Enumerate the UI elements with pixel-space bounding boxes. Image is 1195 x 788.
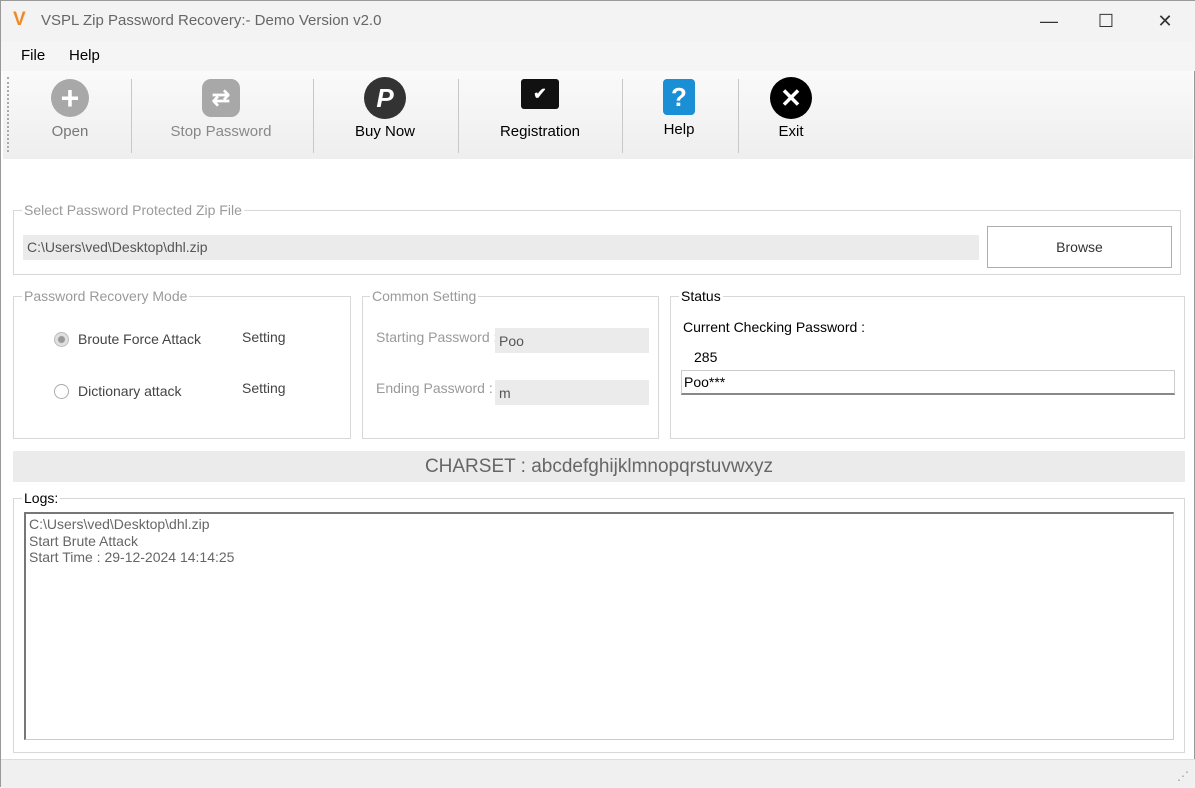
plus-icon: + [51,79,89,117]
paypal-icon: P [364,77,406,119]
brute-setting-link[interactable]: Setting [242,329,286,345]
app-logo-icon: V [13,9,26,30]
buy-now-button[interactable]: P Buy Now [341,77,429,140]
menu-file[interactable]: File [21,47,45,64]
recovery-mode-group [13,296,351,439]
toolbar-separator [313,79,314,153]
dictionary-setting-link[interactable]: Setting [242,380,286,396]
stop-label: Stop Password [170,123,272,140]
menu-help[interactable]: Help [69,47,100,64]
ending-password-input[interactable]: m [495,380,649,405]
exit-label: Exit [778,123,804,140]
menu-bar [1,41,1195,71]
checked-count: 285 [694,349,718,365]
dictionary-radio[interactable] [54,384,69,399]
dictionary-label[interactable]: Dictionary attack [78,383,181,399]
registration-label: Registration [499,123,581,140]
logs-legend: Logs: [22,490,61,506]
monitor-check-icon: ✔ [521,79,559,109]
exit-button[interactable]: ✕ Exit [765,77,817,140]
log-line: Start Time : 29-12-2024 14:14:25 [29,549,235,565]
recovery-mode-legend: Password Recovery Mode [22,288,190,304]
maximize-button[interactable]: ☐ [1083,7,1129,35]
current-password-label: Current Checking Password : [683,319,866,335]
file-group-legend: Select Password Protected Zip File [22,202,244,218]
status-group [670,296,1185,439]
ending-password-label: Ending Password : [376,380,493,396]
brute-force-label[interactable]: Broute Force Attack [78,331,201,347]
charset-bar: CHARSET : abcdefghijklmnopqrstuvwxyz [13,451,1185,482]
toolbar-separator [738,79,739,153]
help-button[interactable]: ? Help [651,77,707,138]
browse-button[interactable]: Browse [987,226,1172,268]
log-line: Start Brute Attack [29,532,138,549]
resize-grip-icon[interactable]: ⋰ [1177,769,1189,783]
help-question-icon: ? [663,79,695,115]
open-button[interactable]: + Open [31,77,109,140]
toolbar-separator [458,79,459,153]
swap-arrows-icon: ⇄ [202,79,240,117]
toolbar-separator [622,79,623,153]
buy-label: Buy Now [354,123,416,140]
window-title: VSPL Zip Password Recovery:- Demo Versio… [41,12,382,29]
starting-password-input[interactable]: Poo [495,328,649,353]
registration-button[interactable]: ✔ Registration [491,77,589,140]
stop-password-button[interactable]: ⇄ Stop Password [161,77,281,140]
help-label: Help [663,121,695,138]
toolbar-separator [131,79,132,153]
common-setting-group [362,296,659,439]
status-legend: Status [679,288,723,304]
log-line: C:\Users\ved\Desktop\dhl.zip [29,516,210,532]
brute-force-radio[interactable] [54,332,69,347]
minimize-button[interactable]: — [1026,7,1072,35]
current-password-field[interactable]: Poo*** [681,370,1175,395]
zip-path-input[interactable]: C:\Users\ved\Desktop\dhl.zip [23,235,979,260]
starting-password-label: Starting Password : [376,329,498,345]
open-label: Open [51,123,89,140]
logs-textarea[interactable]: C:\Users\ved\Desktop\dhl.zip Start Brute… [24,512,1174,740]
status-strip [1,759,1195,788]
common-setting-legend: Common Setting [370,288,479,304]
toolbar-grip[interactable] [7,77,9,152]
close-circle-icon: ✕ [770,77,812,119]
close-button[interactable]: ✕ [1142,7,1188,35]
